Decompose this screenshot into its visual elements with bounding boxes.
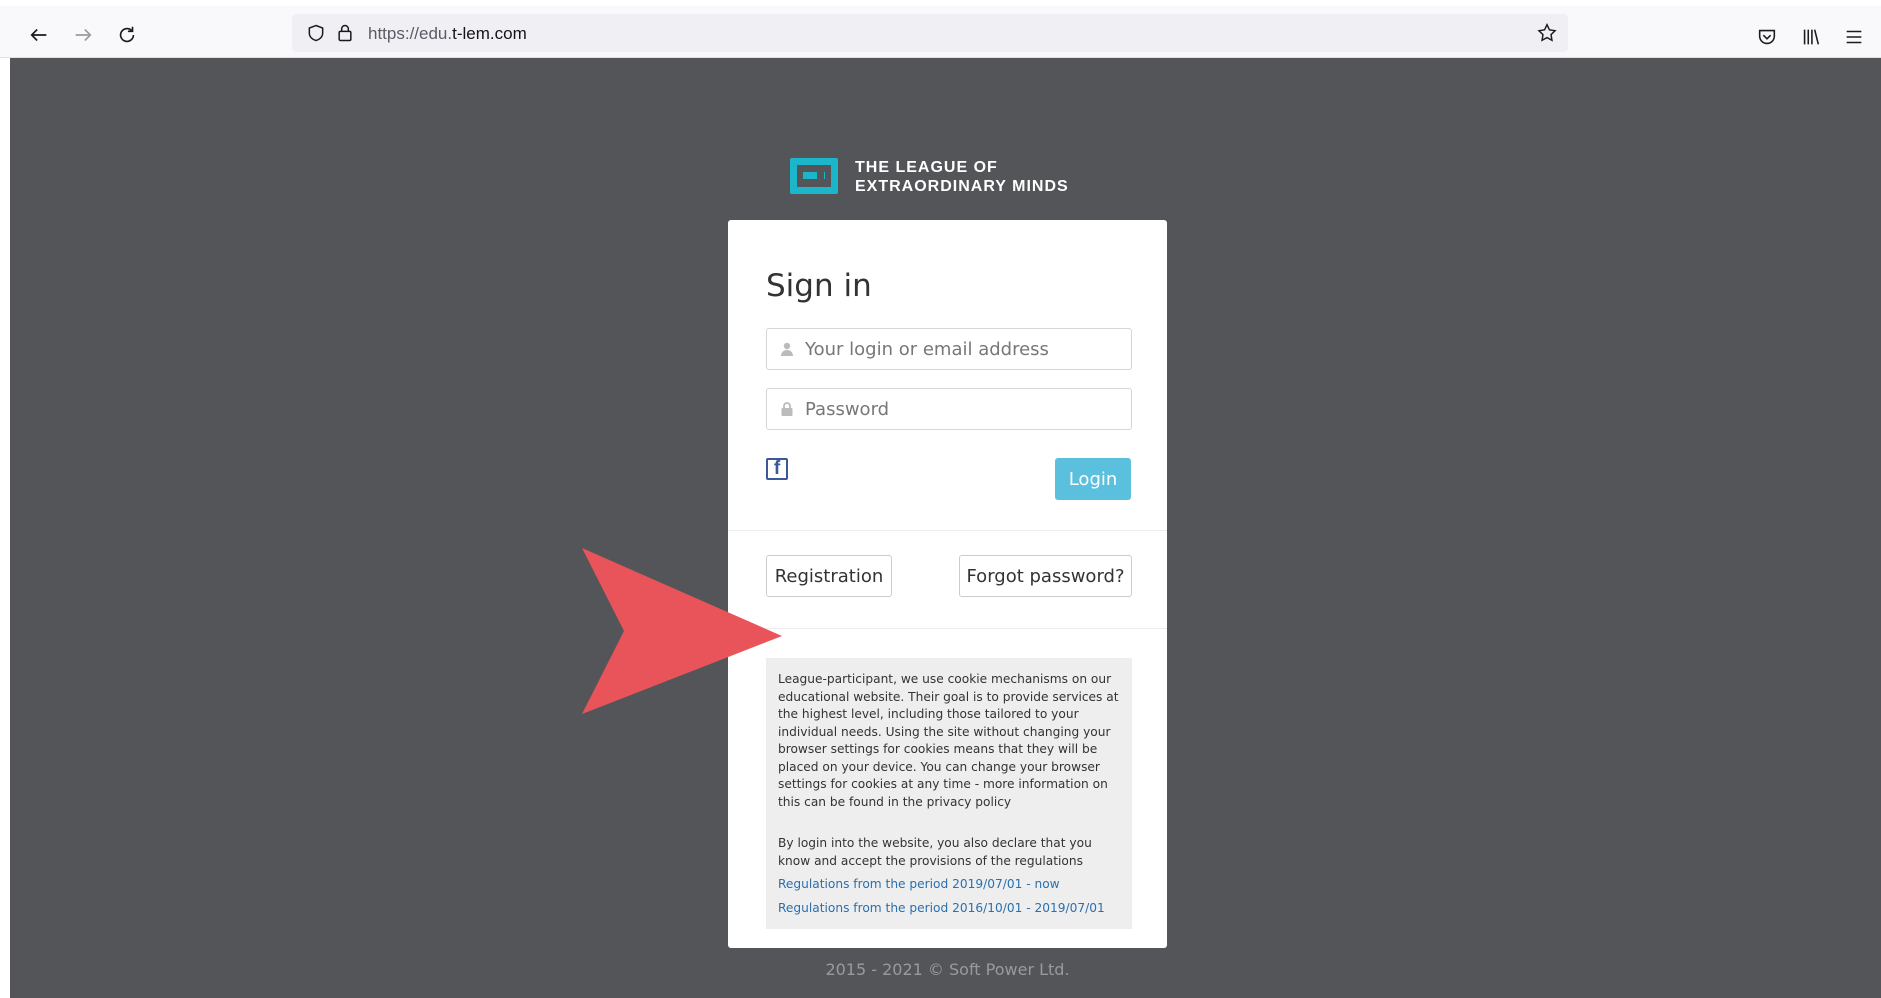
tracking-shield-icon[interactable] xyxy=(306,23,326,43)
url-text[interactable]: https://edu.t-lem.com xyxy=(368,24,527,44)
pocket-icon[interactable] xyxy=(1756,26,1778,48)
regulations-link-previous[interactable]: Regulations from the period 2016/10/01 -… xyxy=(778,900,1120,918)
page-content: THE LEAGUE OF EXTRAORDINARY MINDS Sign i… xyxy=(10,58,1881,998)
cookie-notice: League-participant, we use cookie mechan… xyxy=(766,658,1132,929)
login-field[interactable] xyxy=(766,328,1132,370)
registration-button[interactable]: Registration xyxy=(766,555,892,597)
password-input[interactable] xyxy=(805,389,1125,429)
divider xyxy=(728,530,1167,531)
url-prefix: https://edu. xyxy=(368,24,453,43)
page-title: Sign in xyxy=(766,268,872,304)
lock-icon xyxy=(781,402,793,416)
url-host: t-lem.com xyxy=(452,24,527,43)
reload-button[interactable] xyxy=(112,20,142,50)
login-input[interactable] xyxy=(805,329,1125,369)
login-button[interactable]: Login xyxy=(1055,458,1131,500)
arrow-right-icon xyxy=(75,28,92,42)
user-icon xyxy=(781,342,793,356)
regulations-text: By login into the website, you also decl… xyxy=(778,836,1092,868)
forgot-password-button[interactable]: Forgot password? xyxy=(959,555,1132,597)
site-logo: THE LEAGUE OF EXTRAORDINARY MINDS xyxy=(780,158,1140,198)
reload-icon xyxy=(119,26,135,43)
facebook-icon[interactable]: f xyxy=(766,458,788,480)
browser-toolbar: https://edu.t-lem.com xyxy=(0,0,1881,58)
star-icon[interactable] xyxy=(1536,22,1558,44)
arrow-left-icon xyxy=(30,28,47,42)
regulations-link-current[interactable]: Regulations from the period 2019/07/01 -… xyxy=(778,876,1120,894)
divider xyxy=(728,628,1167,629)
url-bar[interactable]: https://edu.t-lem.com xyxy=(292,14,1568,52)
back-button[interactable] xyxy=(24,20,54,50)
lock-icon[interactable] xyxy=(335,22,355,44)
cookie-text: League-participant, we use cookie mechan… xyxy=(778,672,1119,809)
hamburger-menu-icon[interactable] xyxy=(1843,26,1865,48)
forward-button[interactable] xyxy=(68,20,98,50)
logo-mark xyxy=(790,158,838,194)
password-field[interactable] xyxy=(766,388,1132,430)
signin-card: Sign in f Login Registration Forgot pass… xyxy=(728,220,1167,948)
logo-text: THE LEAGUE OF EXTRAORDINARY MINDS xyxy=(855,158,1069,196)
footer-copyright: 2015 - 2021 © Soft Power Ltd. xyxy=(825,960,1070,979)
logo-line-1: THE LEAGUE OF xyxy=(855,159,998,176)
annotation-arrow-icon xyxy=(582,548,782,714)
logo-line-2: EXTRAORDINARY MINDS xyxy=(855,178,1069,195)
library-icon[interactable] xyxy=(1800,26,1822,48)
